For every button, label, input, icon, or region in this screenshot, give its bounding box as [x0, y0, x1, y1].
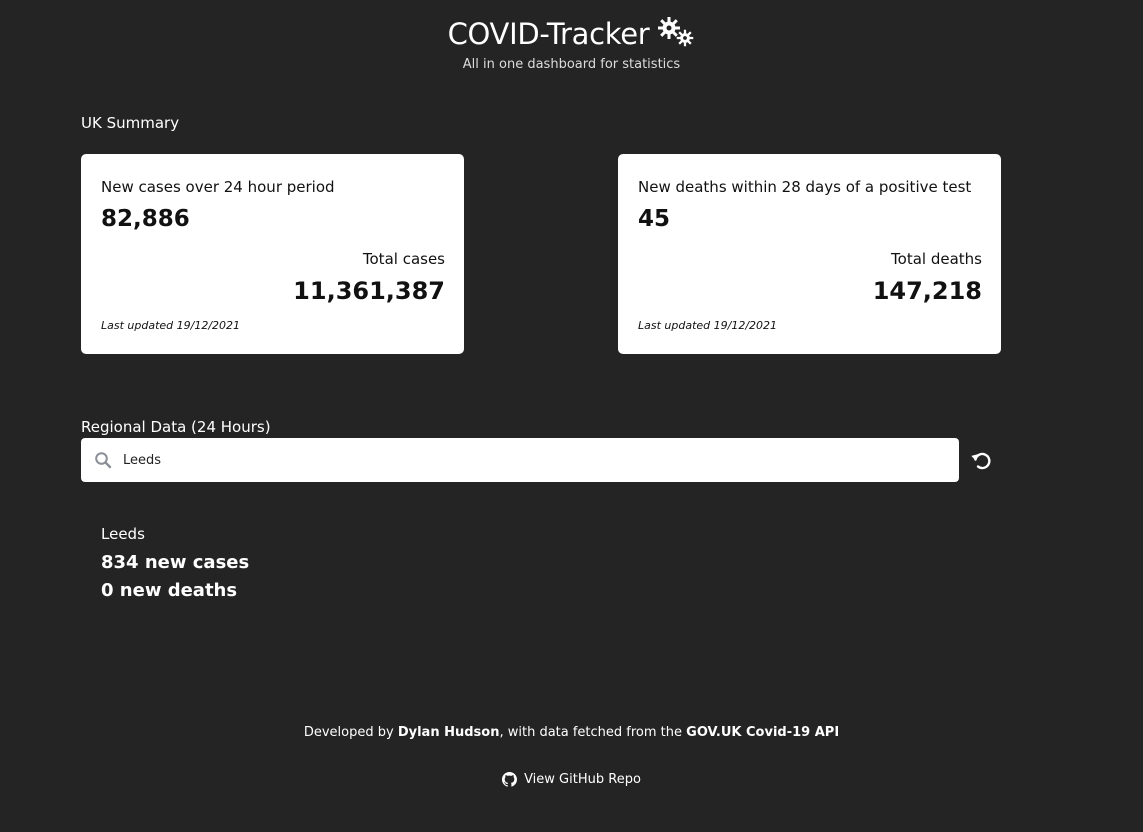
footer-prefix: Developed by	[303, 725, 398, 740]
reset-button[interactable]	[970, 450, 994, 472]
result-new-deaths: 0 new deaths	[101, 580, 238, 601]
github-repo-label: View GitHub Repo	[524, 772, 641, 787]
footer-middle: , with data fetched from the	[499, 725, 687, 740]
page: COVID-Tracker All in one dashboard for s…	[0, 0, 1143, 832]
github-icon	[502, 772, 518, 787]
header: COVID-Tracker All in one dashboard for s…	[0, 14, 1143, 72]
title-row: COVID-Tracker	[448, 14, 696, 54]
region-search-box[interactable]	[81, 438, 959, 482]
total-cases-value: 11,361,387	[293, 277, 445, 305]
new-deaths-value: 45	[638, 206, 671, 232]
app-subtitle: All in one dashboard for statistics	[462, 57, 681, 72]
new-cases-heading: New cases over 24 hour period	[101, 178, 335, 196]
deaths-last-updated: Last updated 19/12/2021	[638, 319, 778, 332]
regional-result: Leeds 834 new cases 0 new deaths	[101, 525, 249, 605]
gears-icon	[655, 14, 695, 48]
total-cases-label: Total cases	[362, 250, 445, 268]
github-repo-row: View GitHub Repo	[0, 772, 1143, 791]
app-title: COVID-Tracker	[447, 17, 650, 51]
search-icon	[94, 451, 112, 469]
result-place: Leeds	[101, 525, 145, 543]
author-name: Dylan Hudson	[397, 725, 500, 740]
total-deaths-value: 147,218	[872, 277, 982, 305]
cases-last-updated: Last updated 19/12/2021	[101, 319, 241, 332]
region-search-input[interactable]	[121, 451, 925, 469]
github-repo-link[interactable]: View GitHub Repo	[502, 772, 641, 787]
new-cases-card: New cases over 24 hour period 82,886 Tot…	[81, 154, 464, 354]
uk-summary-label: UK Summary	[81, 114, 180, 132]
regional-data-label: Regional Data (24 Hours)	[81, 418, 271, 436]
total-deaths-label: Total deaths	[891, 250, 982, 268]
new-deaths-heading: New deaths within 28 days of a positive …	[638, 178, 972, 196]
new-cases-value: 82,886	[101, 206, 190, 232]
result-new-cases: 834 new cases	[101, 552, 250, 573]
footer-credit: Developed by Dylan Hudson, with data fet…	[0, 725, 1143, 740]
new-deaths-card: New deaths within 28 days of a positive …	[618, 154, 1001, 354]
data-source-name: GOV.UK Covid-19 API	[686, 725, 840, 740]
reset-icon	[971, 452, 991, 470]
